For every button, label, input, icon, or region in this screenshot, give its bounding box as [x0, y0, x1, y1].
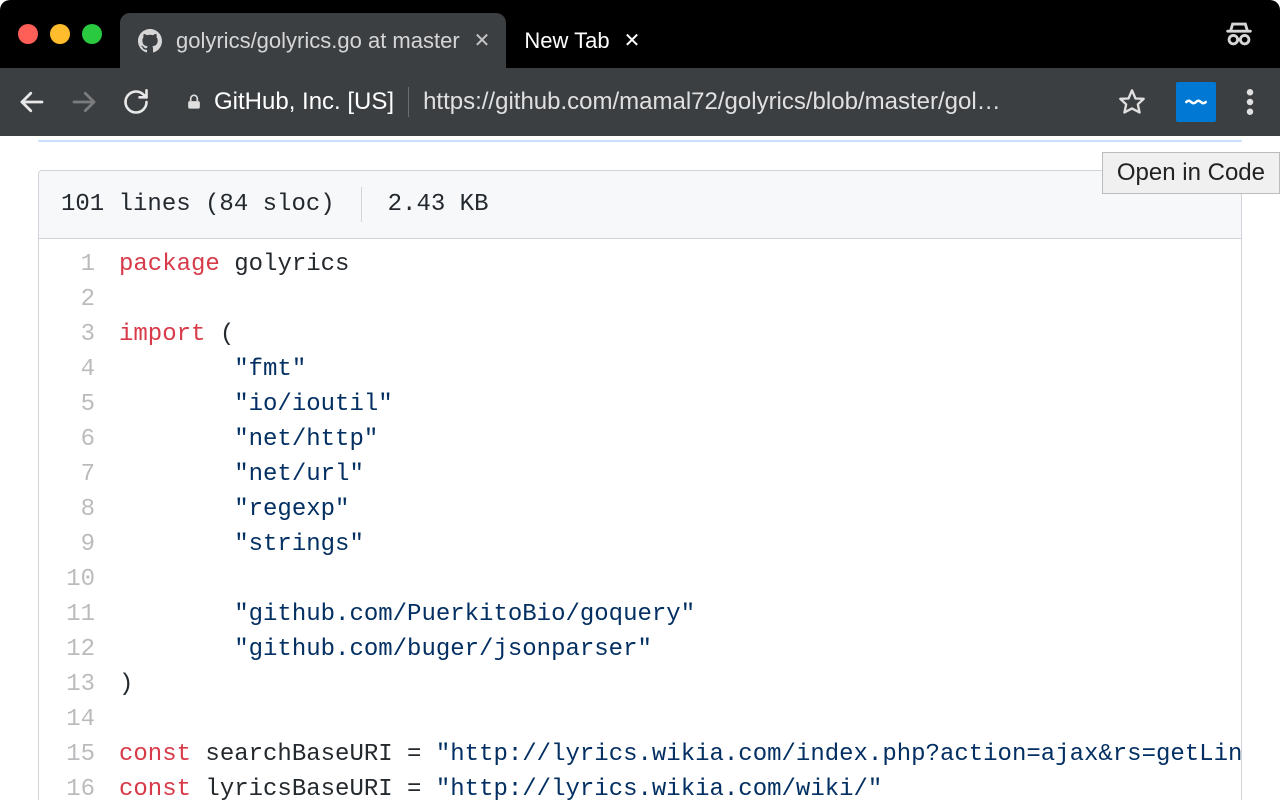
tab-inactive[interactable]: New Tab ✕ [506, 13, 656, 68]
line-content: import ( [119, 317, 1241, 352]
file-header: 101 lines (84 sloc) 2.43 KB [39, 171, 1241, 239]
line-content: "regexp" [119, 492, 1241, 527]
line-content: package golyrics [119, 247, 1241, 282]
line-number[interactable]: 13 [39, 667, 119, 702]
line-content: "io/ioutil" [119, 387, 1241, 422]
file-header-separator [361, 187, 362, 222]
address-bar[interactable]: GitHub, Inc. [US] https://github.com/mam… [166, 76, 1162, 128]
tab-strip: golyrics/golyrics.go at master ✕ New Tab… [120, 0, 1198, 68]
code-line: 3import ( [39, 317, 1241, 352]
line-number[interactable]: 10 [39, 562, 119, 597]
line-number[interactable]: 3 [39, 317, 119, 352]
open-in-code-tooltip: Open in Code [1102, 152, 1280, 194]
file-lines-label: 101 lines (84 sloc) [61, 191, 335, 218]
code-line: 8 "regexp" [39, 492, 1241, 527]
code-line: 9 "strings" [39, 527, 1241, 562]
line-content: "strings" [119, 527, 1241, 562]
window-controls [0, 0, 120, 68]
line-number[interactable]: 5 [39, 387, 119, 422]
code-line: 7 "net/url" [39, 457, 1241, 492]
line-number[interactable]: 7 [39, 457, 119, 492]
tab-active[interactable]: golyrics/golyrics.go at master ✕ [120, 13, 506, 68]
code-line: 10 [39, 562, 1241, 597]
line-content: const searchBaseURI = "http://lyrics.wik… [119, 737, 1241, 772]
code-line: 5 "io/ioutil" [39, 387, 1241, 422]
line-number[interactable]: 15 [39, 737, 119, 772]
code-area[interactable]: 1package golyrics23import (4 "fmt"5 "io/… [39, 239, 1241, 800]
line-content: "github.com/PuerkitoBio/goquery" [119, 597, 1241, 632]
github-favicon-icon [138, 29, 162, 53]
line-number[interactable]: 2 [39, 282, 119, 317]
line-number[interactable]: 8 [39, 492, 119, 527]
bookmark-star-icon[interactable] [1112, 82, 1152, 122]
lock-icon: GitHub, Inc. [US] [184, 88, 394, 116]
code-line: 4 "fmt" [39, 352, 1241, 387]
line-content: "net/url" [119, 457, 1241, 492]
line-number[interactable]: 1 [39, 247, 119, 282]
line-number[interactable]: 14 [39, 702, 119, 737]
secure-org-label: GitHub, Inc. [US] [214, 88, 394, 116]
maximize-window-button[interactable] [82, 24, 102, 44]
file-size-label: 2.43 KB [388, 191, 489, 218]
line-number[interactable]: 9 [39, 527, 119, 562]
forward-button[interactable] [62, 80, 106, 124]
browser-window: golyrics/golyrics.go at master ✕ New Tab… [0, 0, 1280, 800]
minimize-window-button[interactable] [50, 24, 70, 44]
line-content: "net/http" [119, 422, 1241, 457]
page-content: Open in Code 101 lines (84 sloc) 2.43 KB… [0, 140, 1280, 800]
back-button[interactable] [10, 80, 54, 124]
line-number[interactable]: 11 [39, 597, 119, 632]
reload-button[interactable] [114, 80, 158, 124]
line-content: const lyricsBaseURI = "http://lyrics.wik… [119, 772, 1241, 800]
code-line: 6 "net/http" [39, 422, 1241, 457]
code-line: 11 "github.com/PuerkitoBio/goquery" [39, 597, 1241, 632]
omnibox-divider [408, 87, 409, 117]
line-number[interactable]: 4 [39, 352, 119, 387]
line-content: "fmt" [119, 352, 1241, 387]
line-number[interactable]: 16 [39, 772, 119, 800]
file-box: 101 lines (84 sloc) 2.43 KB 1package gol… [38, 170, 1242, 800]
code-line: 1package golyrics [39, 247, 1241, 282]
info-bar [38, 140, 1242, 142]
close-window-button[interactable] [18, 24, 38, 44]
code-line: 16const lyricsBaseURI = "http://lyrics.w… [39, 772, 1241, 800]
line-content: "github.com/buger/jsonparser" [119, 632, 1241, 667]
tab-title: golyrics/golyrics.go at master [176, 28, 460, 54]
titlebar: golyrics/golyrics.go at master ✕ New Tab… [0, 0, 1280, 68]
line-number[interactable]: 6 [39, 422, 119, 457]
code-line: 13) [39, 667, 1241, 702]
close-tab-icon[interactable]: ✕ [624, 28, 641, 53]
url-text: https://github.com/mamal72/golyrics/blob… [423, 88, 1098, 116]
incognito-icon [1198, 0, 1280, 68]
code-line: 12 "github.com/buger/jsonparser" [39, 632, 1241, 667]
code-line: 2 [39, 282, 1241, 317]
close-tab-icon[interactable]: ✕ [474, 28, 491, 53]
browser-menu-button[interactable] [1230, 82, 1270, 122]
open-in-code-extension-icon[interactable] [1176, 82, 1216, 122]
toolbar: GitHub, Inc. [US] https://github.com/mam… [0, 68, 1280, 136]
code-line: 15const searchBaseURI = "http://lyrics.w… [39, 737, 1241, 772]
line-content: ) [119, 667, 1241, 702]
line-number[interactable]: 12 [39, 632, 119, 667]
code-line: 14 [39, 702, 1241, 737]
tab-title: New Tab [524, 28, 609, 54]
